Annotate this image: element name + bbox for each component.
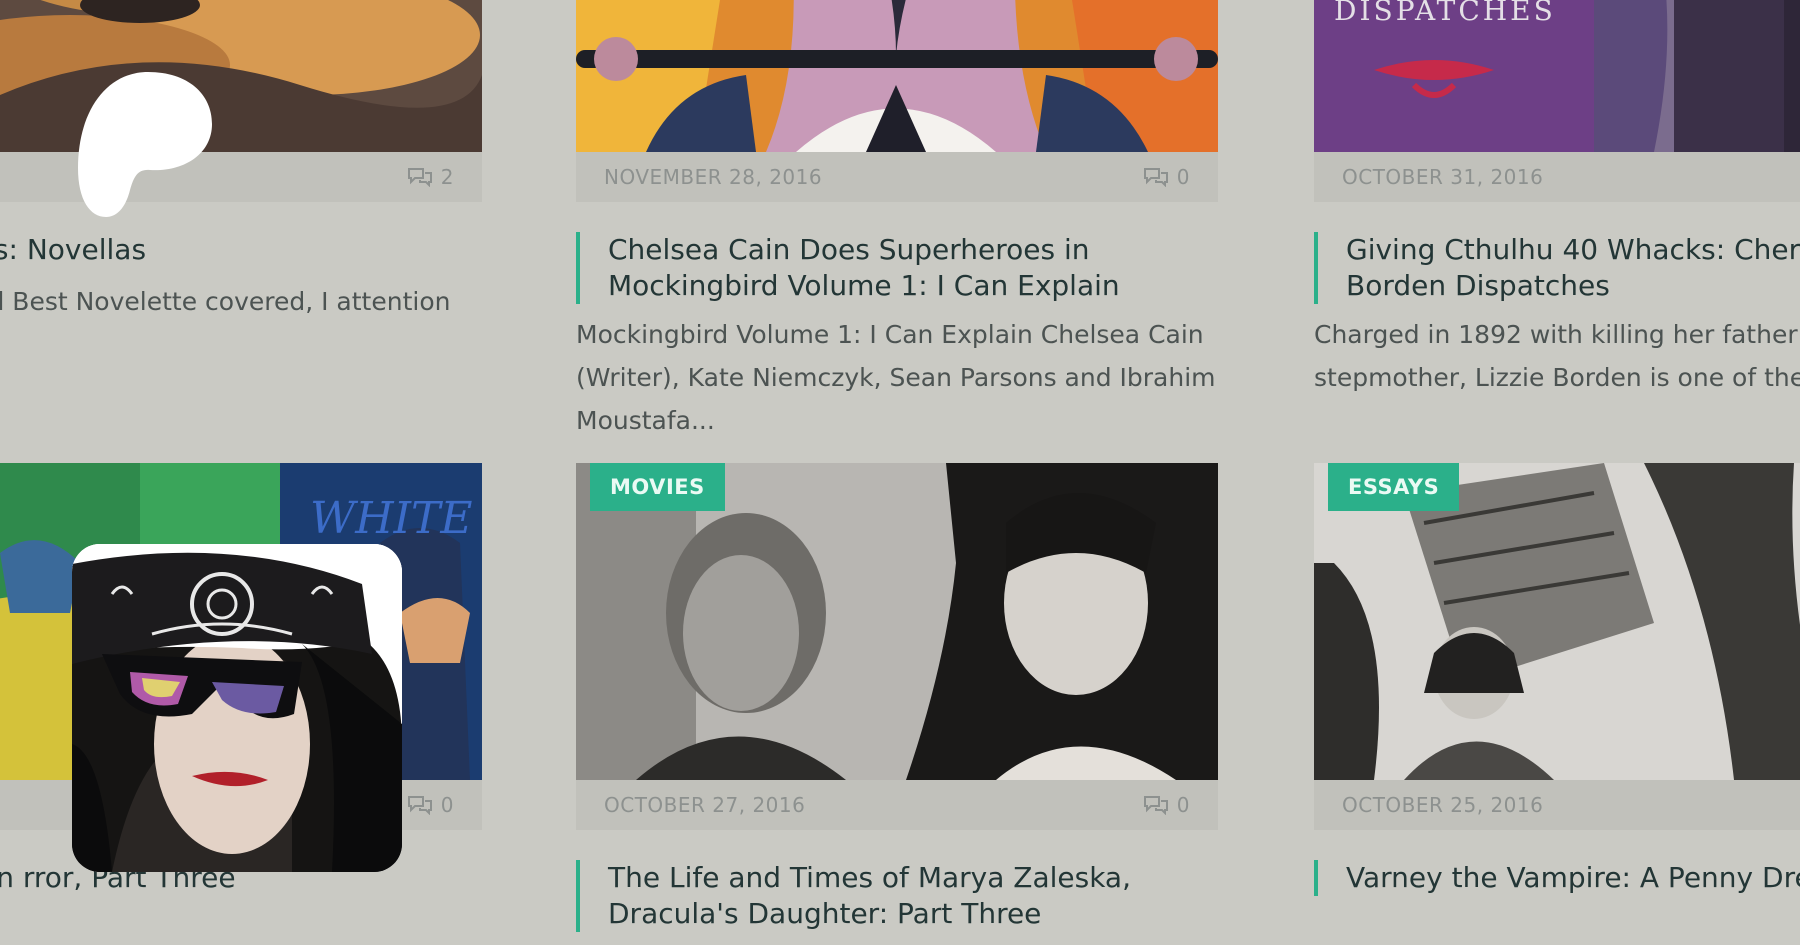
comment-count[interactable]: 0 [1143,165,1190,189]
comment-count[interactable]: 0 [1143,793,1190,817]
article-thumbnail[interactable] [576,0,1218,152]
article-date: OCTOBER 31, 2016 [1342,165,1544,189]
article-date: OCTOBER 27, 2016 [604,793,806,817]
article-excerpt: Mockingbird Volume 1: I Can Explain Chel… [576,320,1216,435]
author-avatar[interactable] [72,544,402,872]
article-title[interactable]: The Life and Times of Marya Zaleska, Dra… [576,860,1218,932]
article-meta: 6 2 [0,152,482,202]
article-title[interactable]: Giving Cthulhu 40 Whacks: Cherie The Bor… [1314,232,1800,304]
comment-count[interactable]: 2 [407,165,454,189]
article-excerpt: ort Story and Best Novelette covered, I … [0,287,451,316]
category-badge[interactable]: MOVIES [590,463,725,511]
article-grid: 6 2 o Reviews: Novellas ort Story and Be… [0,0,1800,945]
cover-text: DISPATCHES [1334,0,1556,27]
comment-count[interactable]: 0 [407,793,454,817]
article-date: OCTOBER 25, 2016 [1342,793,1544,817]
article-excerpt: Charged in 1892 with killing her father … [1314,320,1800,392]
article-date: NOVEMBER 28, 2016 [604,165,823,189]
category-badge[interactable]: ESSAYS [1328,463,1460,511]
comment-bubbles-icon [1143,168,1168,187]
article-meta: OCTOBER 25, 2016 [1314,780,1800,830]
article-title[interactable]: o Reviews: Novellas [0,232,482,268]
comment-bubbles-icon [407,168,432,187]
article-thumbnail[interactable]: DISPATCHES [1314,0,1800,152]
article-meta: OCTOBER 27, 2016 0 [576,780,1218,830]
article-meta: NOVEMBER 28, 2016 0 [576,152,1218,202]
article-meta: OCTOBER 31, 2016 [1314,152,1800,202]
article-thumbnail[interactable] [0,0,482,152]
comment-bubbles-icon [407,796,432,815]
patreon-logo-icon[interactable] [78,72,212,217]
article-thumbnail[interactable]: ESSAYS [1314,463,1800,780]
article-title[interactable]: Chelsea Cain Does Superheroes in Mocking… [576,232,1218,304]
cover-text: WHITE [310,493,472,544]
comment-bubbles-icon [1143,796,1168,815]
article-title[interactable]: Varney the Vampire: A Penny Drea Pioneer [1314,860,1800,896]
article-thumbnail[interactable]: MOVIES [576,463,1218,780]
